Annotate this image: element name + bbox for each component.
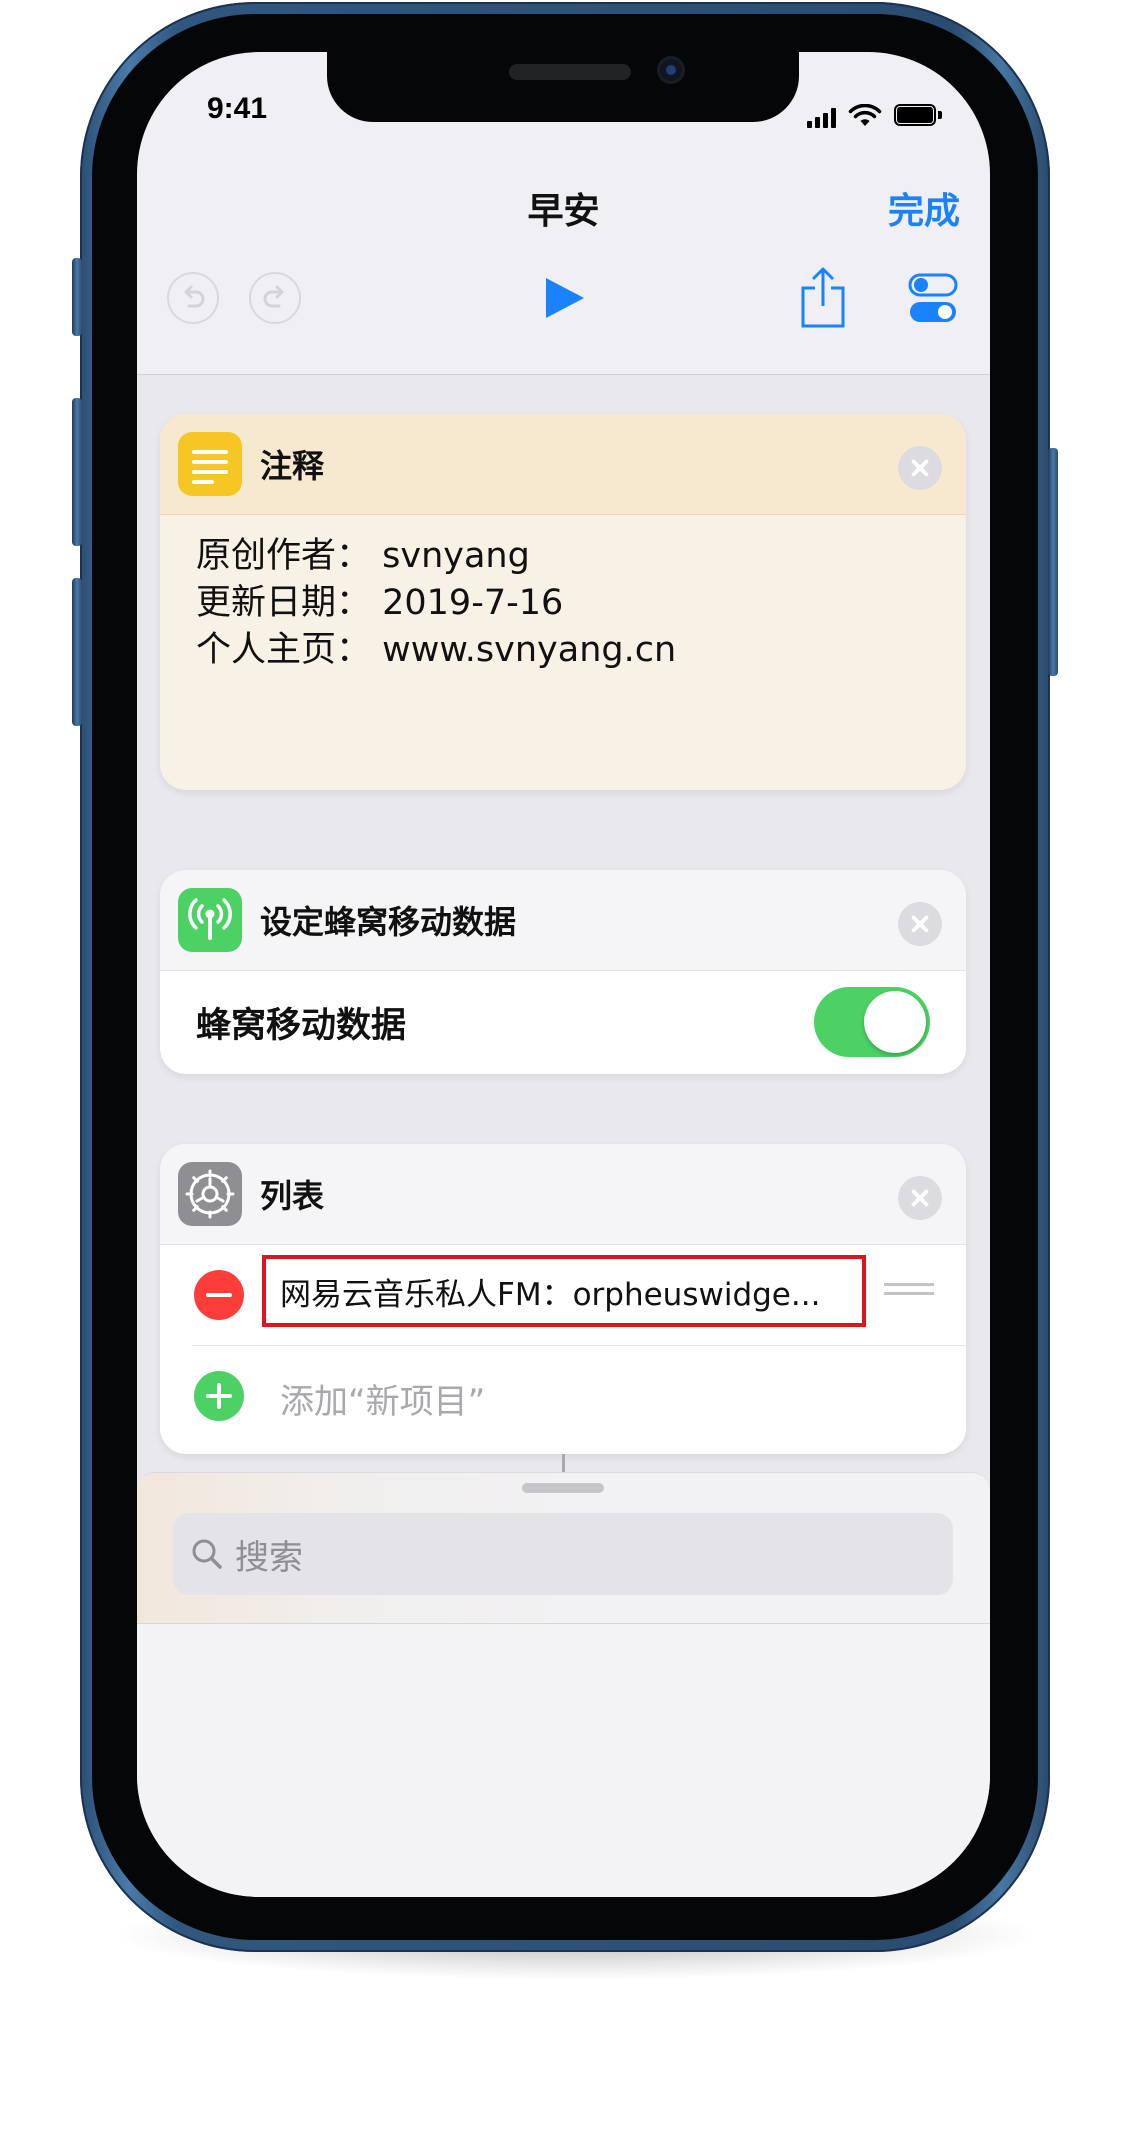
share-icon[interactable] — [799, 266, 847, 330]
toggle-knob — [864, 991, 926, 1053]
undo-icon — [184, 285, 205, 308]
cellular-row: 蜂窝移动数据 — [160, 971, 966, 1074]
mute-switch — [72, 258, 82, 336]
shortcut-title: 早安 — [527, 191, 600, 232]
remove-item-button[interactable] — [194, 1270, 244, 1320]
comment-line: 个人主页： www.svnyang.cn — [196, 630, 677, 670]
list-card-title: 列表 — [260, 1177, 325, 1215]
search-field[interactable]: 搜索 — [173, 1513, 953, 1595]
comment-action-card[interactable]: 注释 原创作者： svnyang 更新日期： 2019-7-16 个人主页： w… — [160, 414, 966, 790]
comment-card-title: 注释 — [260, 447, 325, 485]
comment-line: 更新日期： 2019-7-16 — [196, 583, 564, 623]
list-item-text[interactable]: 网易云音乐私人FM：orpheuswidge... — [262, 1255, 866, 1327]
add-item-row[interactable]: 添加“新项目” — [160, 1346, 966, 1446]
sheet-grabber[interactable] — [522, 1483, 604, 1493]
gear-glyph — [185, 1169, 235, 1219]
volume-up-button — [72, 398, 82, 546]
close-icon[interactable] — [898, 902, 942, 946]
status-time: 9:41 — [207, 92, 268, 125]
antenna-glyph — [188, 898, 232, 940]
power-button — [1048, 448, 1058, 676]
cell-signal-icon — [807, 108, 836, 128]
editor-toolbar — [137, 242, 990, 362]
speaker-grille — [509, 64, 631, 80]
redo-icon — [263, 285, 284, 308]
list-item: 网易云音乐私人FM：orpheuswidge... — [192, 1245, 966, 1346]
cellular-row-label: 蜂窝移动数据 — [196, 1006, 407, 1046]
done-button[interactable]: 完成 — [888, 182, 960, 234]
close-icon[interactable] — [898, 1176, 942, 1220]
antenna-icon — [178, 888, 242, 952]
note-lines-icon — [178, 432, 242, 496]
add-item-label: 添加“新项目” — [280, 1382, 486, 1422]
volume-down-button — [72, 578, 82, 726]
gear-icon — [178, 1162, 242, 1226]
sheet-divider — [137, 1623, 990, 1624]
phone-screen: 9:41 早安 完成 注释 原创作者： svnyang 更新日期： 2019-7… — [137, 52, 990, 1897]
redo-button[interactable] — [249, 272, 301, 324]
status-indicators — [807, 98, 944, 128]
comment-text[interactable]: 原创作者： svnyang 更新日期： 2019-7-16 个人主页： www.… — [160, 515, 966, 692]
front-camera — [657, 56, 685, 84]
close-icon[interactable] — [898, 446, 942, 490]
battery-icon — [894, 104, 944, 128]
cellular-action-card[interactable]: 设定蜂窝移动数据 蜂窝移动数据 — [160, 870, 966, 1074]
settings-toggle-icon[interactable] — [908, 272, 958, 326]
add-item-button[interactable] — [194, 1371, 244, 1421]
notch — [327, 52, 799, 122]
undo-button[interactable] — [167, 272, 219, 324]
comment-line: 原创作者： svnyang — [196, 536, 530, 576]
cellular-card-header: 设定蜂窝移动数据 — [160, 870, 966, 971]
play-icon[interactable] — [544, 276, 586, 320]
search-icon — [192, 1539, 222, 1569]
search-placeholder: 搜索 — [235, 1537, 303, 1578]
list-card-header: 列表 — [160, 1144, 966, 1245]
cellular-card-title: 设定蜂窝移动数据 — [260, 903, 517, 941]
actions-sheet: 搜索 — [137, 1472, 990, 1897]
cellular-toggle[interactable] — [814, 987, 930, 1057]
comment-card-header: 注释 — [160, 414, 966, 515]
drag-handle-icon[interactable] — [884, 1283, 934, 1301]
wifi-icon — [848, 104, 882, 126]
list-action-card[interactable]: 列表 网易云音乐私人FM：orpheuswidge... 添加“新项目” — [160, 1144, 966, 1454]
